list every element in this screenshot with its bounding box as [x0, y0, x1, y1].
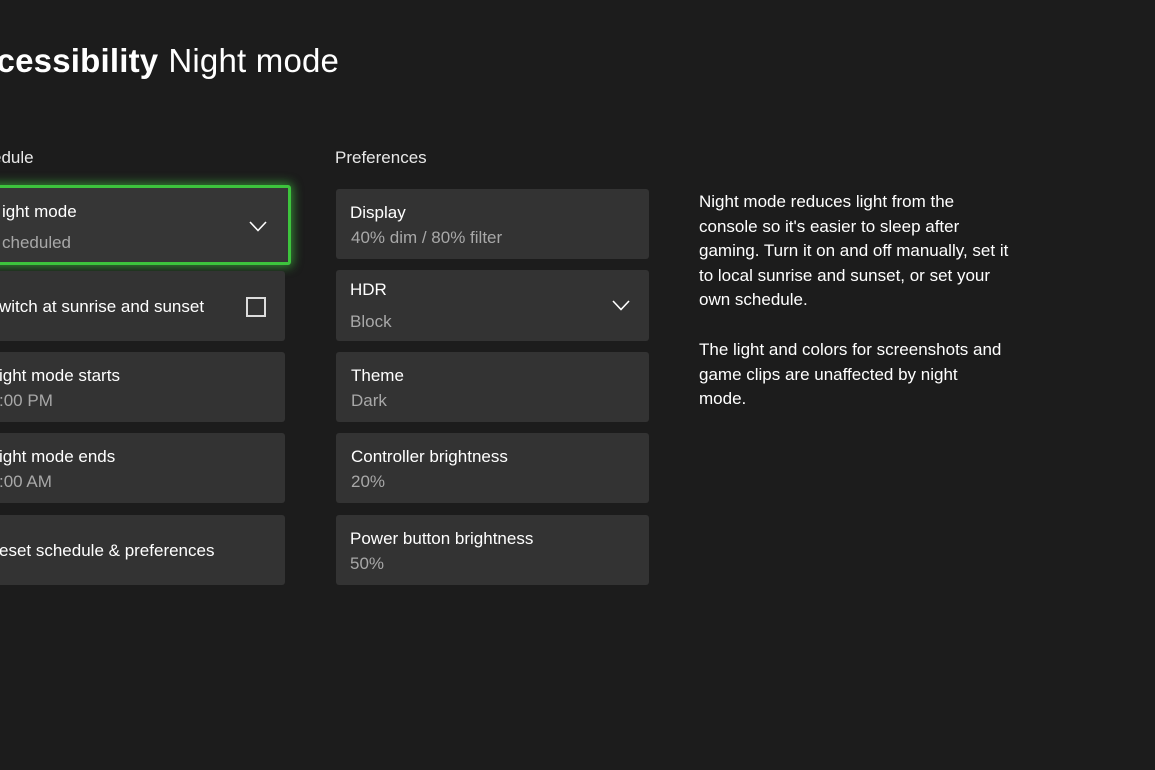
- controller-brightness-label: Controller brightness: [351, 447, 508, 466]
- theme-value: Dark: [351, 391, 387, 410]
- hdr-dropdown[interactable]: HDR Block: [336, 270, 649, 341]
- night-mode-ends-label: ight mode ends: [0, 447, 116, 466]
- display-button[interactable]: Display 40% dim / 80% filter: [336, 189, 649, 259]
- night-mode-label: ight mode: [2, 202, 77, 221]
- power-button-brightness-value: 50%: [350, 554, 385, 573]
- night-mode-settings-page: ccessibilityNight mode edule ight mode c…: [0, 0, 1155, 770]
- hdr-label: HDR: [350, 280, 387, 299]
- chevron-down-icon: [612, 300, 630, 311]
- description-paragraph: The light and colors for screenshots and…: [699, 340, 1002, 408]
- display-value: 40% dim / 80% filter: [351, 228, 503, 247]
- controller-brightness-value: 20%: [351, 472, 386, 491]
- night-mode-starts-button[interactable]: ight mode starts :00 PM: [0, 352, 285, 422]
- hdr-value: Block: [350, 312, 392, 331]
- schedule-section-label: edule: [0, 148, 34, 167]
- preferences-section-label: Preferences: [335, 148, 427, 167]
- theme-button[interactable]: Theme Dark: [336, 352, 649, 422]
- page-title-page: Night mode: [168, 42, 340, 79]
- power-button-brightness-label: Power button brightness: [350, 529, 534, 548]
- power-button-brightness-button[interactable]: Power button brightness 50%: [336, 515, 649, 585]
- theme-label: Theme: [351, 366, 404, 385]
- sunrise-sunset-label: witch at sunrise and sunset: [0, 297, 205, 316]
- controller-brightness-button[interactable]: Controller brightness 20%: [336, 433, 649, 503]
- sunrise-sunset-checkbox[interactable]: [246, 297, 266, 317]
- reset-schedule-button[interactable]: eset schedule & preferences: [0, 515, 285, 585]
- night-mode-ends-value: :00 AM: [0, 472, 52, 491]
- page-title-section: ccessibility: [0, 42, 159, 79]
- display-label: Display: [350, 203, 406, 222]
- night-mode-starts-label: ight mode starts: [0, 366, 120, 385]
- night-mode-starts-value: :00 PM: [0, 391, 53, 410]
- description-paragraph: Night mode reduces light from the consol…: [699, 192, 1009, 309]
- night-mode-ends-button[interactable]: ight mode ends :00 AM: [0, 433, 285, 503]
- sunrise-sunset-toggle[interactable]: witch at sunrise and sunset: [0, 271, 285, 341]
- night-mode-value: cheduled: [2, 233, 72, 252]
- page-title: ccessibilityNight mode: [0, 42, 339, 80]
- night-mode-dropdown[interactable]: ight mode cheduled: [0, 185, 291, 265]
- reset-schedule-label: eset schedule & preferences: [0, 541, 215, 560]
- chevron-down-icon: [249, 221, 267, 232]
